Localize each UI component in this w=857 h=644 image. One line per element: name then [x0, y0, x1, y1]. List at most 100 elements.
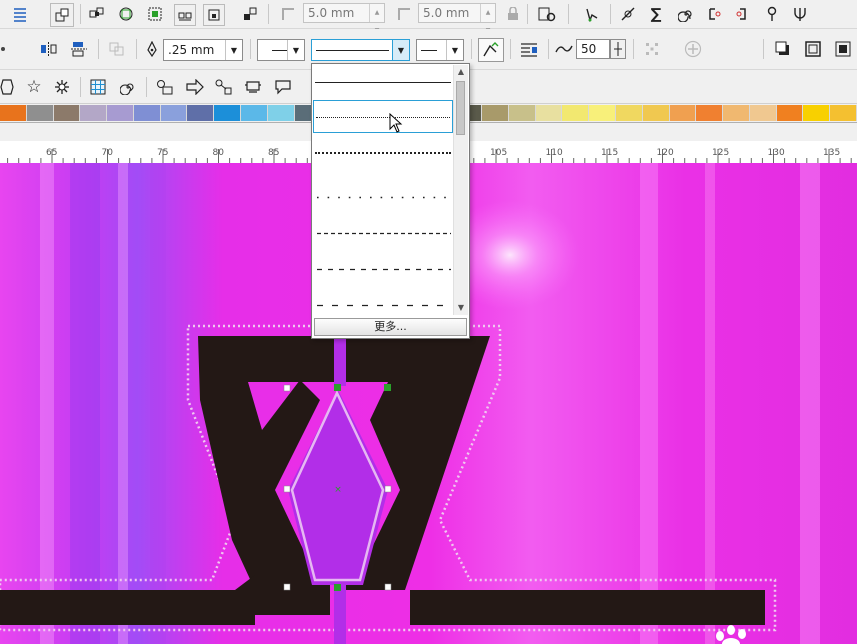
top-stem — [334, 336, 346, 386]
color-swatch[interactable] — [214, 105, 242, 121]
convert-to-curves-icon[interactable] — [618, 4, 638, 24]
more-styles-button[interactable]: 更多... — [314, 318, 467, 336]
outline-width-select[interactable]: .25 mm ▼ — [163, 39, 243, 61]
color-swatch[interactable] — [508, 105, 536, 121]
trim-icon[interactable] — [116, 4, 136, 24]
chevron-down-icon[interactable]: ▼ — [287, 40, 304, 60]
spiral-icon[interactable] — [676, 4, 696, 24]
line-style-option-fine-dot[interactable] — [313, 100, 453, 133]
chevron-down-icon[interactable]: ▼ — [446, 40, 463, 60]
line-style-option-medium-dash[interactable] — [313, 244, 453, 277]
color-swatch[interactable] — [0, 105, 27, 121]
frame-icon[interactable] — [802, 39, 824, 59]
line-style-option-wide-dot[interactable] — [313, 172, 453, 205]
object-height-input[interactable]: 5.0 mm ▲▼ — [418, 3, 496, 34]
color-swatch[interactable] — [535, 105, 563, 121]
color-swatch[interactable] — [562, 105, 590, 121]
slider-icon[interactable] — [610, 39, 626, 59]
start-arrowhead-select[interactable]: ▼ — [257, 39, 305, 61]
scroll-down-icon[interactable]: ▼ — [454, 301, 468, 315]
color-swatch[interactable] — [26, 105, 54, 121]
width-spinner[interactable]: ▲▼ — [369, 4, 384, 34]
color-swatch[interactable] — [615, 105, 643, 121]
color-swatch[interactable] — [589, 105, 616, 121]
transform-disabled-icon[interactable] — [106, 39, 128, 59]
mouse-cursor-icon — [389, 112, 403, 133]
color-swatch[interactable] — [241, 105, 268, 121]
pin-icon[interactable] — [762, 4, 782, 24]
complex-star-icon[interactable] — [52, 77, 72, 97]
callout-shapes-icon[interactable] — [272, 77, 294, 97]
basic-shapes-icon[interactable] — [154, 77, 176, 97]
simplify-icon[interactable] — [174, 4, 196, 26]
line-style-option-long-dash[interactable] — [313, 280, 453, 313]
add-disabled-icon[interactable] — [682, 39, 704, 59]
spiral-tool-icon[interactable] — [118, 77, 138, 97]
align-icon[interactable] — [10, 4, 30, 24]
bracket-right-icon[interactable] — [733, 4, 753, 24]
height-spinner[interactable]: ▲▼ — [480, 4, 495, 34]
line-style-option-short-dash[interactable] — [313, 208, 453, 241]
object-width-value: 5.0 mm — [308, 6, 355, 20]
flowchart-shapes-icon[interactable] — [213, 77, 235, 97]
bracket-left-icon[interactable] — [704, 4, 724, 24]
banner-shapes-icon[interactable] — [242, 77, 264, 97]
color-swatch[interactable] — [133, 105, 161, 121]
group-icon[interactable] — [50, 3, 74, 27]
chevron-down-icon[interactable]: ▼ — [225, 40, 242, 60]
color-swatch[interactable] — [642, 105, 670, 121]
color-swatch[interactable] — [107, 105, 134, 121]
chevron-down-icon[interactable]: ▼ — [392, 40, 409, 60]
front-minus-back-icon[interactable] — [203, 4, 225, 26]
ruler-label: 85 — [268, 148, 279, 158]
back-minus-front-icon[interactable] — [240, 4, 260, 24]
mirror-horizontal-icon[interactable] — [38, 39, 60, 59]
fork-icon[interactable] — [790, 4, 810, 24]
color-swatch[interactable] — [267, 105, 295, 121]
weld-icon[interactable] — [87, 4, 107, 24]
color-swatch[interactable] — [696, 105, 724, 121]
shape-tool-icon[interactable] — [582, 4, 602, 24]
nodes-disabled-icon[interactable] — [642, 39, 662, 59]
bottom-stem — [334, 585, 346, 644]
end-arrowhead-select[interactable]: ▼ — [416, 39, 464, 61]
color-swatch[interactable] — [776, 105, 804, 121]
pen-nib-icon — [144, 39, 160, 59]
contour-icon[interactable] — [832, 39, 854, 59]
intersect-icon[interactable] — [145, 4, 165, 24]
scroll-up-icon[interactable]: ▲ — [454, 65, 468, 79]
hexagon-icon[interactable] — [0, 77, 14, 97]
close-curve-icon[interactable] — [478, 38, 504, 62]
color-swatch[interactable] — [749, 105, 777, 121]
ruler-label: 80 — [213, 148, 225, 158]
arrow-shapes-icon[interactable] — [184, 77, 206, 97]
line-style-option-sparse-dot[interactable] — [313, 136, 453, 169]
ruler-label: 75 — [157, 148, 168, 158]
color-swatch[interactable] — [80, 105, 108, 121]
color-swatch[interactable] — [723, 105, 750, 121]
text-wrap-icon[interactable] — [518, 39, 540, 59]
color-swatch[interactable] — [53, 105, 81, 121]
object-settings-icon[interactable] — [536, 4, 558, 24]
scroll-thumb[interactable] — [456, 81, 465, 135]
line-style-select[interactable]: ▼ — [311, 39, 410, 61]
color-swatch[interactable] — [482, 105, 509, 121]
mirror-vertical-icon[interactable] — [68, 39, 90, 59]
color-swatch[interactable] — [187, 105, 215, 121]
dropdown-scrollbar[interactable]: ▲ ▼ — [453, 65, 468, 315]
color-swatch[interactable] — [830, 105, 857, 121]
star-icon[interactable]: ☆ — [24, 77, 44, 97]
color-swatch[interactable] — [160, 105, 188, 121]
graph-paper-icon[interactable] — [88, 77, 108, 97]
ruler-label: 135 — [823, 148, 840, 158]
color-swatch[interactable] — [803, 105, 831, 121]
color-swatch[interactable] — [669, 105, 697, 121]
object-width-input[interactable]: 5.0 mm ▲▼ — [303, 3, 385, 34]
drop-shadow-icon[interactable] — [772, 39, 794, 59]
line-style-option-solid[interactable] — [313, 66, 453, 99]
lock-icon[interactable] — [504, 4, 522, 24]
ruler-label: 70 — [102, 148, 114, 158]
object-height-value: 5.0 mm — [423, 6, 470, 20]
sigma-node-icon[interactable]: ∑ — [645, 4, 667, 24]
smoothing-input[interactable]: 50 — [576, 39, 610, 59]
